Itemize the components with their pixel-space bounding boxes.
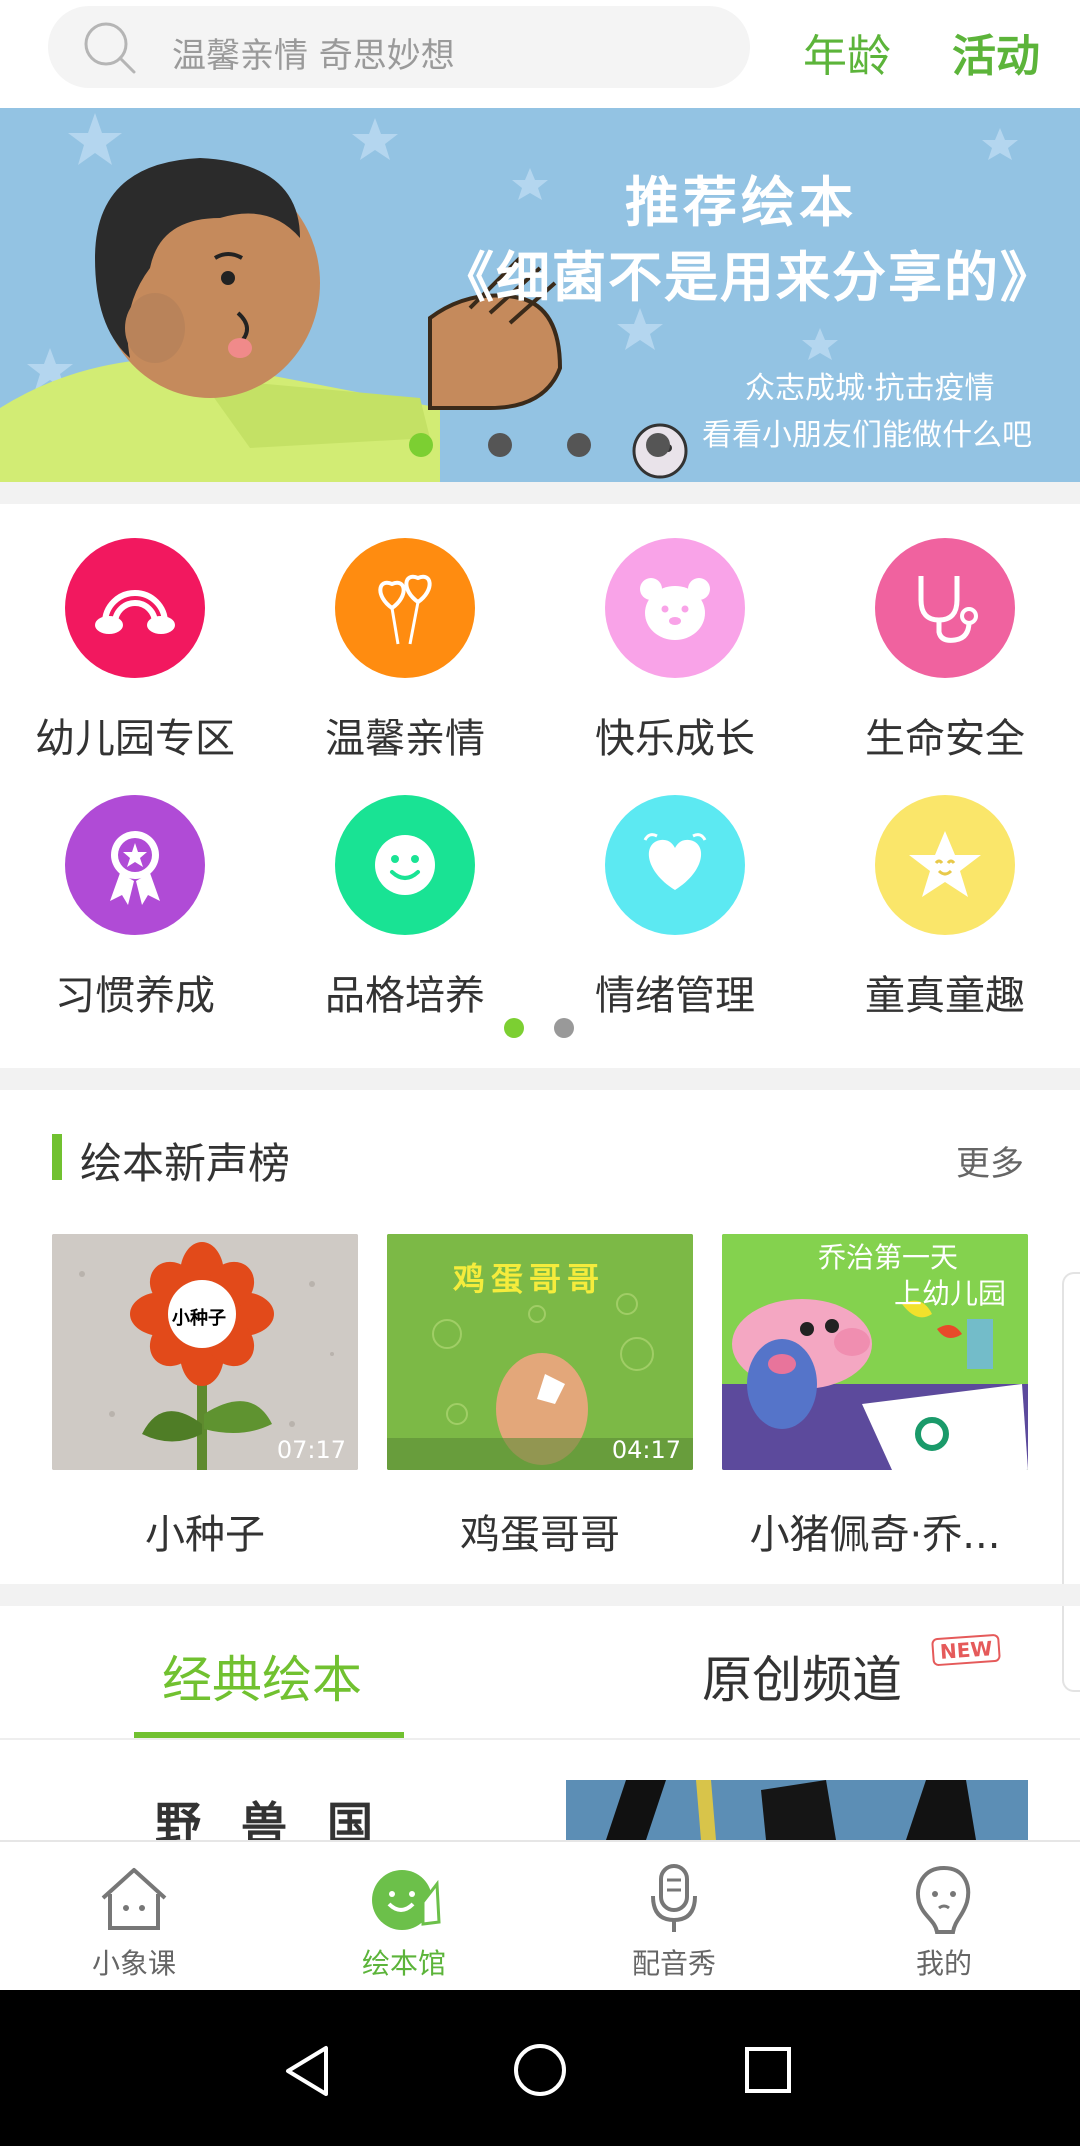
activity-button[interactable]: 活动	[952, 20, 1040, 84]
stethoscope-icon	[875, 538, 1015, 678]
house-icon	[101, 1868, 167, 1930]
duration-label: 04:34	[946, 1436, 1016, 1464]
category-emotion[interactable]: 情绪管理	[540, 795, 810, 1021]
search-bar[interactable]: 温馨亲情 奇思妙想	[48, 6, 750, 88]
category-label: 生命安全	[865, 716, 1025, 762]
search-icon	[84, 22, 136, 74]
category-label: 品格培养	[325, 973, 485, 1019]
cover-title-line1: 乔治第一天	[818, 1241, 959, 1274]
banner-subtitle-line2: 看看小朋友们能做什么吧	[702, 418, 1032, 453]
nav-label: 绘本馆	[361, 1947, 446, 1980]
book-cover: 鸡蛋哥哥 04:17	[387, 1234, 693, 1470]
smiley-icon	[335, 795, 475, 935]
nav-label: 配音秀	[631, 1947, 716, 1980]
cover-title: 鸡蛋哥哥	[453, 1260, 606, 1298]
section-title: 绘本新声榜	[80, 1139, 291, 1188]
banner-subtitle-line1: 众志成城·抗击疫情	[745, 371, 995, 406]
book-title: 鸡蛋哥哥	[460, 1512, 620, 1558]
category-character[interactable]: 品格培养	[270, 795, 540, 1021]
divider	[0, 482, 1080, 504]
age-filter-button[interactable]: 年龄	[803, 20, 891, 84]
banner-page-dot-active[interactable]	[409, 433, 433, 457]
nav-label: 我的	[915, 1947, 972, 1980]
more-button[interactable]: 更多	[956, 1136, 1024, 1185]
tab-divider	[0, 1738, 1080, 1740]
top-bar: 温馨亲情 奇思妙想 年龄 活动	[0, 0, 1080, 108]
bottom-nav: 小象课 绘本馆 配音秀 我的	[0, 1840, 1080, 1990]
category-kindergarten[interactable]: 幼儿园专区	[0, 538, 270, 764]
profile-face-icon	[916, 1865, 971, 1934]
home-icon[interactable]	[512, 2042, 568, 2098]
duration-label: 04:17	[611, 1436, 681, 1464]
banner-page-dot[interactable]	[488, 433, 512, 457]
category-label: 快乐成长	[595, 716, 755, 762]
award-ribbon-icon	[65, 795, 205, 935]
category-label: 温馨亲情	[325, 716, 485, 762]
cover-title: 小种子	[172, 1308, 226, 1329]
book-title: 小猪佩奇·乔...	[749, 1512, 1001, 1558]
heart-balloons-icon	[335, 538, 475, 678]
preview-book-cover[interactable]	[566, 1780, 1028, 1840]
category-page-dot-active[interactable]	[504, 1018, 524, 1038]
banner-title-line1: 推荐绘本	[625, 171, 857, 234]
category-label: 童真童趣	[865, 973, 1025, 1019]
category-growth[interactable]: 快乐成长	[540, 538, 810, 764]
divider	[0, 1584, 1080, 1606]
banner-page-dot[interactable]	[646, 433, 670, 457]
new-badge: NEW	[931, 1633, 1002, 1667]
book-card[interactable]: 乔治第一天 上幼儿园 04:34 小猪佩奇·乔...	[722, 1234, 1028, 1560]
category-fun[interactable]: 童真童趣	[810, 795, 1080, 1021]
banner-carousel[interactable]: 推荐绘本 《细菌不是用来分享的》 众志成城·抗击疫情 看看小朋友们能做什么吧	[0, 108, 1080, 482]
category-page-dot[interactable]	[554, 1018, 574, 1038]
tab-original-channel[interactable]: 原创频道	[702, 1640, 902, 1712]
search-placeholder: 温馨亲情 奇思妙想	[172, 36, 455, 76]
duration-label: 07:17	[276, 1436, 346, 1464]
book-card[interactable]: 小种子 07:17 小种子	[52, 1234, 358, 1560]
microphone-icon	[651, 1864, 697, 1932]
divider	[0, 1068, 1080, 1090]
category-safety[interactable]: 生命安全	[810, 538, 1080, 764]
category-family[interactable]: 温馨亲情	[270, 538, 540, 764]
tab-classic-books[interactable]: 经典绘本	[162, 1640, 362, 1712]
bear-icon	[605, 538, 745, 678]
back-icon[interactable]	[282, 2044, 332, 2098]
cover-title-line2: 上幼儿园	[894, 1277, 1007, 1310]
rainbow-icon	[65, 538, 205, 678]
book-title: 小种子	[145, 1512, 265, 1558]
scroll-indicator	[1062, 1272, 1080, 1692]
star-icon	[875, 795, 1015, 935]
nav-label: 小象课	[91, 1947, 176, 1980]
system-nav-bar	[0, 1990, 1080, 2146]
section-accent-bar	[52, 1134, 62, 1180]
category-label: 习惯养成	[55, 973, 215, 1019]
nav-item-picture-books[interactable]: 绘本馆	[304, 1864, 504, 1982]
nav-item-dubbing[interactable]: 配音秀	[574, 1864, 774, 1982]
nav-item-profile[interactable]: 我的	[844, 1864, 1044, 1982]
recents-icon[interactable]	[744, 2046, 792, 2094]
book-cover: 乔治第一天 上幼儿园 04:34	[722, 1234, 1028, 1470]
banner-title-line2: 《细菌不是用来分享的》	[440, 246, 1056, 309]
book-cover: 小种子 07:17	[52, 1234, 358, 1470]
category-habits[interactable]: 习惯养成	[0, 795, 270, 1021]
banner-page-dot[interactable]	[567, 433, 591, 457]
heart-icon	[605, 795, 745, 935]
smiley-book-icon	[372, 1870, 441, 1930]
nav-item-lessons[interactable]: 小象课	[34, 1864, 234, 1982]
category-label: 幼儿园专区	[35, 716, 235, 762]
book-card[interactable]: 鸡蛋哥哥 04:17 鸡蛋哥哥	[387, 1234, 693, 1560]
category-label: 情绪管理	[595, 973, 755, 1019]
